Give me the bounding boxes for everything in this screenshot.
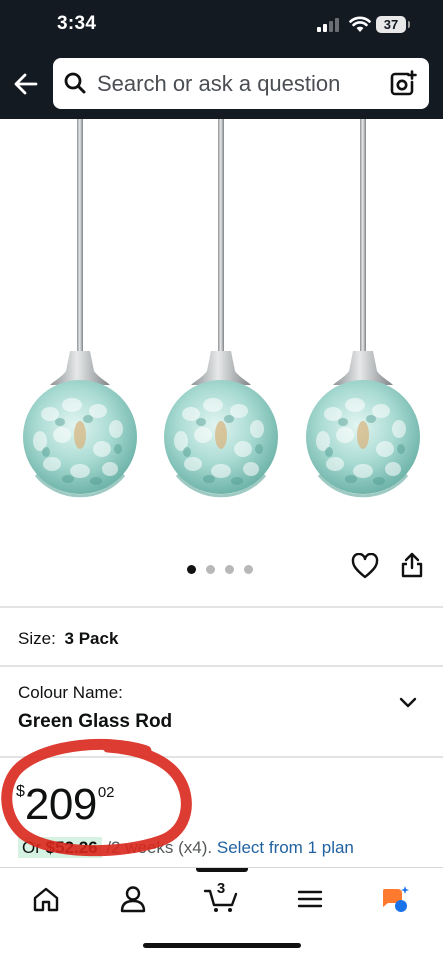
carousel-dot[interactable]	[244, 565, 253, 574]
status-time: 3:34	[57, 13, 97, 34]
search-bar[interactable]: Search or ask a question	[53, 58, 429, 109]
carousel-dot[interactable]	[225, 565, 234, 574]
camera-search-icon[interactable]	[389, 70, 417, 97]
colour-label: Colour Name:	[18, 683, 123, 702]
home-indicator	[143, 943, 301, 948]
installment-highlight: Or $52.26	[18, 837, 102, 858]
image-carousel-dots[interactable]	[187, 561, 263, 574]
colour-value[interactable]: Green Glass Rod	[18, 711, 172, 733]
installment-offer: Or $52.26 /2 weeks (x4). Select from 1 p…	[18, 837, 354, 858]
cellular-signal-icon	[317, 18, 343, 32]
assistant-icon[interactable]	[380, 885, 410, 913]
chevron-down-icon[interactable]	[398, 696, 418, 710]
divider	[0, 756, 443, 758]
menu-icon[interactable]	[295, 885, 325, 913]
search-icon	[64, 72, 86, 94]
price-whole: 209	[24, 780, 97, 829]
account-icon[interactable]	[118, 885, 148, 913]
cart-count: 3	[216, 880, 226, 897]
search-input[interactable]: Search or ask a question	[97, 58, 340, 109]
installment-terms: /2 weeks (x4).	[101, 838, 217, 857]
back-arrow-icon[interactable]	[12, 70, 40, 98]
installment-prefix: Or	[22, 838, 46, 857]
size-label: Size:	[18, 629, 56, 648]
price-fraction: 02	[97, 784, 115, 801]
size-value: 3 Pack	[64, 629, 119, 648]
size-selector[interactable]: Size: 3 Pack	[18, 629, 118, 649]
product-price: $20902	[16, 780, 115, 830]
pendant-lights-photo	[21, 119, 422, 498]
top-bar: 3:34 37 Search or ask a question	[0, 0, 443, 119]
divider	[0, 606, 443, 608]
heart-icon[interactable]	[351, 553, 379, 579]
battery-indicator: 37	[376, 16, 410, 33]
select-plan-link[interactable]: Select from 1 plan	[217, 838, 354, 857]
share-icon[interactable]	[399, 551, 425, 579]
active-tab-indicator	[196, 868, 248, 872]
divider	[0, 665, 443, 667]
carousel-dot[interactable]	[187, 565, 196, 574]
carousel-dot[interactable]	[206, 565, 215, 574]
installment-amount: $52.26	[45, 838, 98, 857]
product-image[interactable]	[0, 119, 443, 549]
wifi-icon	[349, 16, 371, 32]
price-currency: $	[16, 783, 25, 800]
home-icon[interactable]	[31, 885, 61, 913]
